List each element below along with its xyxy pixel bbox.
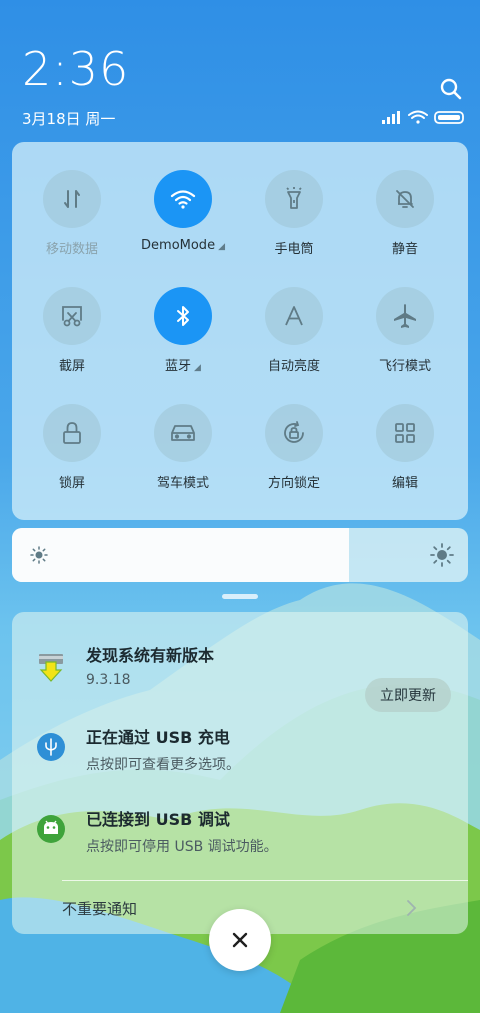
divider	[62, 880, 468, 881]
usb-icon	[36, 732, 66, 762]
tile-label: 自动亮度	[267, 359, 320, 374]
tile-rotation-lock[interactable]: 方向锁定	[237, 376, 351, 491]
clear-all-button[interactable]	[209, 909, 271, 971]
lock-icon	[43, 404, 101, 462]
tile-label: 截屏	[58, 359, 85, 374]
car-icon	[154, 404, 212, 462]
system-status-icons	[380, 108, 466, 126]
tile-label-text: 蓝牙	[165, 359, 192, 374]
tile-label: 静音	[391, 242, 418, 257]
brightness-high-icon	[430, 543, 454, 567]
notification-subtitle: 9.3.18	[86, 672, 131, 688]
wifi-status-icon	[408, 110, 428, 124]
notification-subtitle: 点按即可停用 USB 调试功能。	[86, 839, 278, 855]
search-icon[interactable]	[438, 76, 464, 102]
tile-label: 方向锁定	[267, 476, 320, 491]
tile-mobile-data[interactable]: 移动数据	[15, 142, 129, 257]
android-debug-icon	[36, 814, 66, 844]
brightness-low-icon	[30, 546, 48, 564]
tile-bluetooth[interactable]: 蓝牙 ◢	[126, 259, 240, 374]
mobile-data-icon	[43, 170, 101, 228]
tile-label: 飞行模式	[378, 359, 431, 374]
tile-label: 移动数据	[45, 242, 98, 257]
rotation-lock-icon	[265, 404, 323, 462]
notification-subtitle: 点按即可查看更多选项。	[86, 757, 240, 773]
tile-label: 蓝牙 ◢	[126, 355, 240, 374]
unimportant-notifications-link[interactable]: 不重要通知	[62, 898, 137, 919]
drag-handle[interactable]	[222, 594, 258, 599]
close-icon	[232, 932, 248, 948]
tile-label: 锁屏	[58, 476, 85, 491]
flashlight-icon	[265, 170, 323, 228]
expand-triangle-icon: ◢	[194, 363, 201, 373]
tile-label-text: DemoMode	[141, 238, 216, 253]
battery-icon	[434, 111, 464, 124]
tile-lock-screen[interactable]: 锁屏	[15, 376, 129, 491]
tile-driving-mode[interactable]: 驾车模式	[126, 376, 240, 491]
update-now-button[interactable]: 立即更新	[365, 678, 451, 712]
airplane-icon	[376, 287, 434, 345]
screenshot-icon	[43, 287, 101, 345]
notification-usb-debugging[interactable]: 已连接到 USB 调试 点按即可停用 USB 调试功能。	[12, 806, 468, 876]
wifi-icon	[154, 170, 212, 228]
tile-label: DemoMode ◢	[126, 238, 240, 253]
expand-triangle-icon: ◢	[218, 242, 225, 252]
chevron-right-icon[interactable]	[404, 898, 418, 918]
signal-icon	[382, 111, 400, 124]
mute-bell-icon	[376, 170, 434, 228]
tile-screenshot[interactable]: 截屏	[15, 259, 129, 374]
tile-label: 编辑	[391, 476, 418, 491]
brightness-fill	[12, 528, 350, 582]
tile-wifi[interactable]: DemoMode ◢	[126, 142, 240, 254]
status-area: 2:36 3月18日 周一	[0, 0, 480, 140]
notification-title: 正在通过 USB 充电	[86, 728, 230, 747]
notification-usb-charging[interactable]: 正在通过 USB 充电 点按即可查看更多选项。	[12, 724, 468, 794]
notification-panel: 发现系统有新版本 9.3.18 立即更新 正在通过 USB 充电 点按即可查看更…	[12, 612, 468, 934]
brightness-slider[interactable]	[12, 528, 468, 582]
date: 3月18日 周一	[22, 110, 116, 128]
auto-brightness-icon	[265, 287, 323, 345]
tile-edit[interactable]: 编辑	[348, 376, 462, 491]
update-download-icon	[36, 650, 66, 682]
bluetooth-icon	[154, 287, 212, 345]
notification-title: 已连接到 USB 调试	[86, 810, 230, 829]
notification-title: 发现系统有新版本	[86, 646, 215, 665]
tile-airplane-mode[interactable]: 飞行模式	[348, 259, 462, 374]
tile-mute[interactable]: 静音	[348, 142, 462, 257]
tile-auto-brightness[interactable]: 自动亮度	[237, 259, 351, 374]
tile-label: 驾车模式	[156, 476, 209, 491]
grid-edit-icon	[376, 404, 434, 462]
clock: 2:36	[22, 42, 130, 96]
notification-system-update[interactable]: 发现系统有新版本 9.3.18 立即更新	[12, 642, 468, 712]
quick-settings-panel: 移动数据 DemoMode ◢ 手电筒 静音 截屏 蓝牙 ◢ 自动亮度 飞行模式…	[12, 142, 468, 520]
tile-label: 手电筒	[274, 242, 314, 257]
tile-flashlight[interactable]: 手电筒	[237, 142, 351, 257]
